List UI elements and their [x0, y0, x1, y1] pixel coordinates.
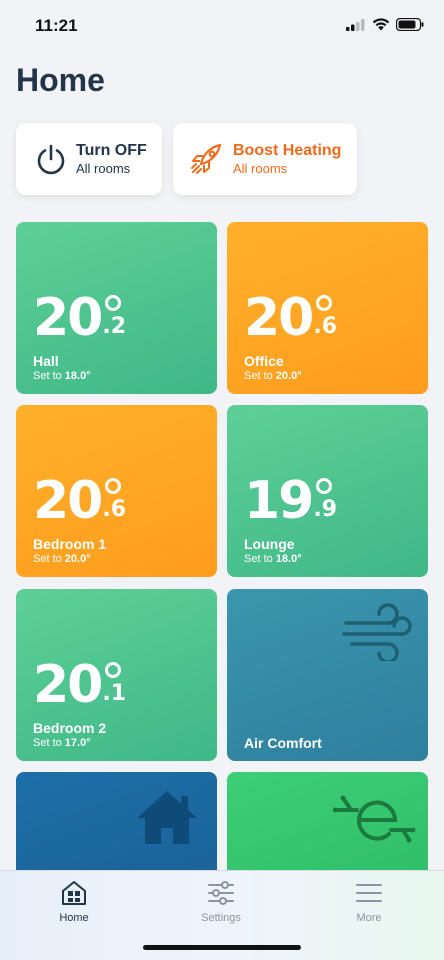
status-bar: 11:21 — [0, 0, 444, 50]
room-temperature: 20 .2 — [33, 292, 127, 344]
air-comfort-label: Air Comfort — [244, 735, 322, 751]
setpoint-text: Set to 20.0° — [244, 370, 302, 382]
room-temperature: 19 .9 — [244, 475, 338, 527]
temp-whole: 20 — [33, 288, 103, 348]
tab-label: More — [356, 912, 382, 924]
temp-whole: 20 — [33, 655, 103, 715]
setpoint-text: Set to 18.0° — [244, 553, 302, 565]
degree-icon — [105, 478, 122, 494]
room-tile-hall[interactable]: 20 .2 Hall Set to 18.0° — [16, 222, 217, 394]
boost-title: Boost Heating — [233, 142, 342, 159]
wind-icon — [342, 603, 412, 661]
turn-off-title: Turn OFF — [76, 142, 147, 159]
room-tile-office[interactable]: 20 .6 Office Set to 20.0° — [227, 222, 428, 394]
room-tile-lounge[interactable]: 19 .9 Lounge Set to 18.0° — [227, 405, 428, 577]
degree-icon — [105, 662, 122, 678]
setpoint-value: 18.0° — [64, 370, 91, 382]
status-icons — [346, 18, 424, 31]
setpoint-value: 17.0° — [64, 737, 91, 749]
home-grid-icon — [62, 881, 86, 905]
room-name: Bedroom 2 — [33, 720, 107, 736]
temp-whole: 20 — [33, 471, 103, 531]
battery-icon — [396, 18, 424, 31]
room-name: Bedroom 1 — [33, 536, 107, 552]
temp-decimal: .9 — [313, 497, 338, 522]
status-time: 11:21 — [35, 16, 78, 35]
setpoint-prefix: Set to — [244, 553, 276, 565]
cellular-signal-icon — [346, 18, 365, 31]
degree-icon — [316, 295, 333, 311]
wifi-icon — [372, 18, 390, 31]
temp-decimal: .1 — [102, 681, 127, 706]
setpoint-prefix: Set to — [33, 370, 65, 382]
setpoint-text: Set to 17.0° — [33, 737, 91, 749]
energy-e-icon — [333, 795, 416, 843]
sliders-icon — [208, 881, 234, 905]
temp-whole: 20 — [244, 288, 314, 348]
boost-heating-button[interactable]: Boost Heating All rooms — [173, 123, 357, 195]
room-name: Office — [244, 353, 284, 369]
tab-label: Home — [59, 912, 89, 924]
room-tile-bedroom-2[interactable]: 20 .1 Bedroom 2 Set to 17.0° — [16, 589, 217, 761]
setpoint-prefix: Set to — [33, 737, 65, 749]
tab-home[interactable]: Home — [24, 879, 124, 924]
home-indicator — [143, 945, 301, 950]
setpoint-value: 20.0° — [64, 553, 91, 565]
setpoint-value: 20.0° — [275, 370, 302, 382]
degree-icon — [316, 478, 333, 494]
tab-label: Settings — [201, 912, 241, 924]
room-name: Lounge — [244, 536, 295, 552]
room-temperature: 20 .1 — [33, 659, 127, 711]
boost-subtitle: All rooms — [233, 161, 288, 176]
turn-off-all-button[interactable]: Turn OFF All rooms — [16, 123, 162, 195]
menu-icon — [356, 884, 382, 902]
page-title: Home — [16, 62, 105, 98]
temp-whole: 19 — [244, 471, 314, 531]
room-name: Hall — [33, 353, 59, 369]
tab-more[interactable]: More — [319, 879, 419, 924]
temp-decimal: .2 — [102, 314, 127, 339]
room-temperature: 20 .6 — [33, 475, 127, 527]
degree-icon — [105, 295, 122, 311]
turn-off-subtitle: All rooms — [76, 161, 131, 176]
room-tile-bedroom-1[interactable]: 20 .6 Bedroom 1 Set to 20.0° — [16, 405, 217, 577]
room-temperature: 20 .6 — [244, 292, 338, 344]
tab-settings[interactable]: Settings — [171, 879, 271, 924]
setpoint-prefix: Set to — [244, 370, 276, 382]
temp-decimal: .6 — [313, 314, 338, 339]
setpoint-prefix: Set to — [33, 553, 65, 565]
setpoint-text: Set to 18.0° — [33, 370, 91, 382]
rocket-icon — [191, 143, 222, 174]
power-icon — [37, 144, 65, 175]
setpoint-text: Set to 20.0° — [33, 553, 91, 565]
air-comfort-tile[interactable]: Air Comfort — [227, 589, 428, 761]
temp-decimal: .6 — [102, 497, 127, 522]
house-icon — [137, 791, 197, 844]
setpoint-value: 18.0° — [275, 553, 302, 565]
